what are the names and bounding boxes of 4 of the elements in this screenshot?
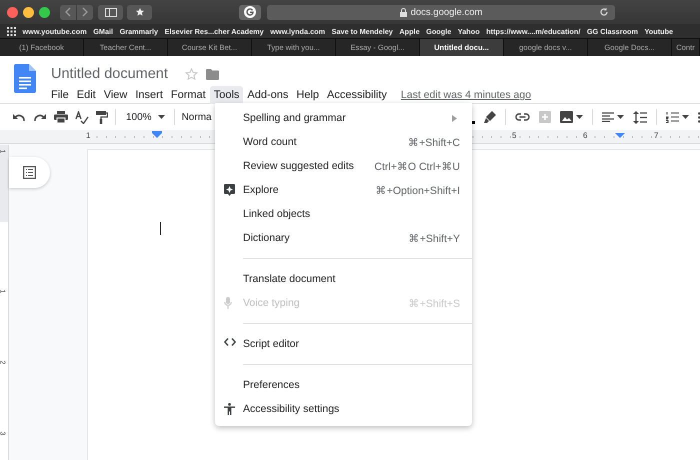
- ruler-number: 1: [85, 131, 92, 140]
- ruler-number: 5: [511, 131, 518, 140]
- ruler-number: 6: [582, 131, 588, 140]
- ruler-number: 7: [653, 131, 660, 140]
